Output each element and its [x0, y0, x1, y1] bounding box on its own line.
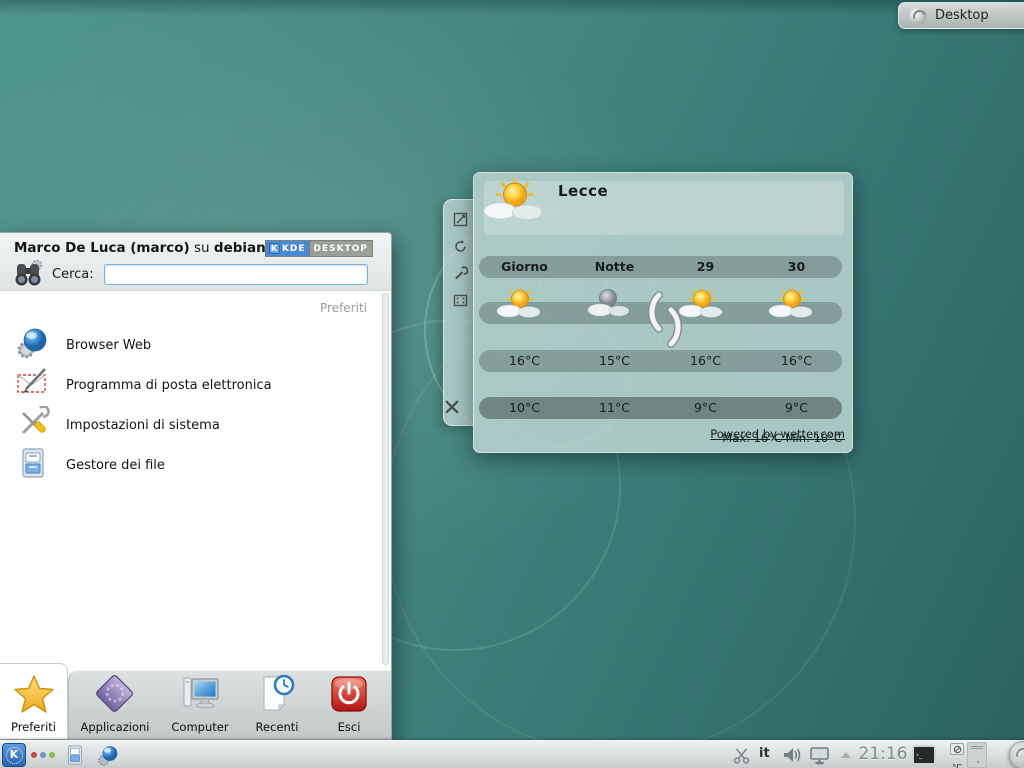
user-title: Marco De Luca (marco) su debian	[14, 240, 266, 256]
power-icon	[329, 674, 369, 718]
host-name: debian	[214, 240, 266, 256]
column-label: Giorno	[479, 256, 570, 278]
taskbar-panel: K it 21:16 ›_ °C	[0, 740, 1024, 768]
high-temp: 16°C	[479, 350, 570, 372]
tab-label: Preferiti	[11, 720, 56, 734]
kde-badge-icon: K	[269, 243, 280, 254]
expand-tray-icon[interactable]	[841, 752, 851, 758]
search-label: Cerca:	[52, 267, 94, 282]
email-icon	[16, 366, 50, 404]
favorite-item-system-settings[interactable]: Impostazioni di sistema	[0, 405, 379, 445]
web-browser-icon[interactable]	[97, 744, 120, 768]
computer-icon	[178, 674, 222, 718]
display-icon[interactable]	[809, 746, 830, 768]
favorite-label: Impostazioni di sistema	[66, 418, 220, 433]
configure-wrench-icon[interactable]	[452, 265, 468, 281]
kde-desktop-badge: KKDE DESKTOP	[265, 240, 373, 257]
tab-label: Computer	[171, 720, 228, 734]
kickoff-tabbar: Preferiti Applicazioni Computer Recenti	[0, 667, 391, 739]
weather-tray-icon[interactable]: °C	[947, 743, 967, 768]
low-temp: 10°C	[479, 397, 570, 419]
kickoff-header: Marco De Luca (marco) su debian KKDE DES…	[0, 233, 391, 291]
resize-icon[interactable]	[452, 211, 468, 227]
weather-low-temps-row: 10°C 11°C 9°C 9°C	[479, 397, 842, 419]
rotate-icon[interactable]	[452, 238, 468, 254]
digital-clock[interactable]: 21:16	[853, 744, 913, 764]
move-icon[interactable]	[452, 292, 468, 308]
search-input[interactable]	[104, 264, 368, 285]
favorite-label: Gestore dei file	[66, 458, 165, 473]
debian-swirl-icon	[909, 7, 927, 25]
wetter-credit-link[interactable]: Powered by wetter.com	[710, 427, 845, 441]
weather-city: Lecce	[558, 182, 608, 200]
tab-computer[interactable]: Computer	[158, 667, 242, 739]
tab-esci[interactable]: Esci	[307, 667, 391, 739]
favorite-item-email[interactable]: Programma di posta elettronica	[0, 365, 379, 405]
applet-handle[interactable]	[443, 199, 476, 426]
column-label: Notte	[569, 256, 660, 278]
favorite-item-file-manager[interactable]: Gestore dei file	[0, 445, 379, 485]
system-settings-icon	[16, 406, 50, 444]
kickoff-favorites-view: Preferiti Browser Web	[0, 291, 391, 667]
tab-applicazioni[interactable]: Applicazioni	[73, 667, 157, 739]
low-temp: 11°C	[569, 397, 660, 419]
close-icon[interactable]	[444, 399, 460, 415]
column-label: 29	[660, 256, 751, 278]
high-temp: 16°C	[751, 350, 842, 372]
favorite-label: Programma di posta elettronica	[66, 378, 272, 393]
sun-cloud-icon	[482, 177, 548, 227]
sun-cloud-icon	[496, 286, 544, 320]
low-temp: 9°C	[660, 397, 751, 419]
sun-cloud-icon	[768, 286, 816, 320]
section-label: Preferiti	[320, 301, 367, 315]
cloud-moon-icon	[586, 286, 634, 320]
file-manager-icon	[16, 446, 50, 484]
folder-view-widget[interactable]: Desktop	[898, 2, 1024, 29]
pager-dot-green[interactable]	[49, 752, 55, 758]
pager-dot-blue[interactable]	[40, 752, 46, 758]
low-temp: 9°C	[751, 397, 842, 419]
recent-documents-icon	[256, 674, 298, 718]
title-connector: su	[194, 240, 210, 256]
terminal-icon[interactable]: ›_	[912, 745, 936, 765]
scrollbar[interactable]	[382, 293, 389, 665]
date-strip-widget[interactable]	[967, 742, 987, 768]
binoculars-icon	[12, 258, 44, 292]
file-manager-icon[interactable]	[64, 744, 86, 768]
tab-preferiti[interactable]: Preferiti	[0, 663, 68, 739]
volume-icon[interactable]	[782, 746, 801, 768]
pager-dot-red[interactable]	[31, 752, 37, 758]
high-temp: 15°C	[569, 350, 660, 372]
applications-icon	[94, 674, 136, 718]
desktop: Desktop Lecce Max: 16°C Min: 10°C Giorno…	[0, 0, 1024, 768]
weather-high-temps-row: 16°C 15°C 16°C 16°C	[479, 350, 842, 372]
favorite-item-browser[interactable]: Browser Web	[0, 325, 379, 365]
folder-view-title: Desktop	[935, 8, 989, 23]
weather-widget[interactable]: Lecce Max: 16°C Min: 10°C Giorno Notte 2…	[473, 172, 853, 453]
weather-tray-label: °C	[952, 763, 962, 768]
moon-crescent-icon	[666, 306, 688, 352]
keyboard-layout-indicator[interactable]: it	[759, 746, 770, 761]
tab-label: Applicazioni	[81, 720, 150, 734]
column-label: 30	[751, 256, 842, 278]
favorite-label: Browser Web	[66, 338, 151, 353]
star-icon	[13, 674, 55, 718]
user-name: Marco De Luca (marco)	[14, 240, 190, 256]
pager-dots[interactable]	[31, 752, 55, 758]
badge-desktop-label: DESKTOP	[309, 241, 372, 256]
moon-crescent-icon	[642, 291, 664, 337]
web-browser-icon	[16, 326, 50, 364]
high-temp: 16°C	[660, 350, 751, 372]
clipper-scissors-icon[interactable]	[733, 747, 750, 768]
weather-columns-row: Giorno Notte 29 30	[479, 256, 842, 278]
tab-label: Esci	[338, 720, 361, 734]
panel-toolbox-icon[interactable]	[1009, 741, 1024, 768]
tab-label: Recenti	[256, 720, 299, 734]
kde-menu-icon[interactable]: K	[2, 743, 26, 767]
kickoff-menu: Marco De Luca (marco) su debian KKDE DES…	[0, 232, 392, 740]
badge-kde-label: KDE	[282, 244, 306, 254]
